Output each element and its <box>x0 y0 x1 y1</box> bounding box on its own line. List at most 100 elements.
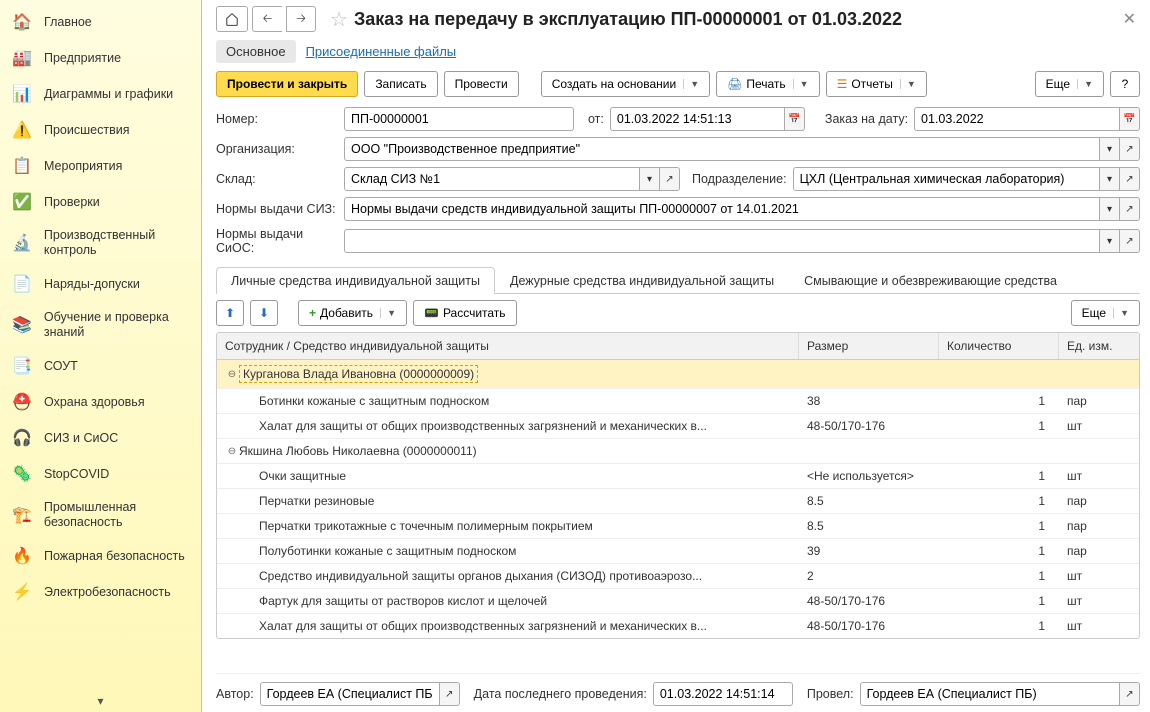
norms-siz-input[interactable] <box>344 197 1100 221</box>
order-date-label: Заказ на дату: <box>825 112 908 126</box>
sidebar-label: Пожарная безопасность <box>44 549 185 564</box>
subtab-duty[interactable]: Дежурные средства индивидуальной защиты <box>495 267 789 294</box>
subtab-personal[interactable]: Личные средства индивидуальной защиты <box>216 267 495 294</box>
group-row[interactable]: ⊖Якшина Любовь Николаевна (0000000011) <box>217 439 1139 464</box>
post-button[interactable]: Провести <box>444 71 519 97</box>
dropdown-icon[interactable]: ▾ <box>640 167 660 191</box>
post-and-close-button[interactable]: Провести и закрыть <box>216 71 358 97</box>
add-button[interactable]: +Добавить▼ <box>298 300 407 326</box>
lastpost-input[interactable] <box>653 682 793 706</box>
sidebar-item-3[interactable]: ⚠️Происшествия <box>0 112 201 148</box>
dropdown-icon[interactable]: ▾ <box>1100 197 1120 221</box>
collapse-icon[interactable]: ⊖ <box>225 369 239 380</box>
sidebar-icon: 🏭 <box>12 48 32 68</box>
item-row[interactable]: Ботинки кожаные с защитным подноском381п… <box>217 389 1139 414</box>
sidebar-item-11[interactable]: 🎧СИЗ и СиОС <box>0 420 201 456</box>
calculate-button[interactable]: 📟Рассчитать <box>413 300 517 326</box>
sidebar-item-8[interactable]: 📚Обучение и проверка знаний <box>0 302 201 348</box>
subtab-washing[interactable]: Смывающие и обезвреживающие средства <box>789 267 1072 294</box>
sidebar-label: Производственный контроль <box>44 228 191 258</box>
norms-siz-label: Нормы выдачи СИЗ: <box>216 202 338 216</box>
sidebar-item-9[interactable]: 📑СОУТ <box>0 348 201 384</box>
dropdown-icon[interactable]: ▾ <box>1100 229 1120 253</box>
division-input[interactable] <box>793 167 1100 191</box>
sidebar-item-1[interactable]: 🏭Предприятие <box>0 40 201 76</box>
sidebar-item-13[interactable]: 🏗️Промышленная безопасность <box>0 492 201 538</box>
sidebar-label: Проверки <box>44 195 100 210</box>
sidebar-item-15[interactable]: ⚡Электробезопасность <box>0 574 201 610</box>
forward-button[interactable]: 🡢 <box>286 6 316 32</box>
sidebar-icon: 🔥 <box>12 546 32 566</box>
org-input[interactable] <box>344 137 1100 161</box>
col-employee[interactable]: Сотрудник / Средство индивидуальной защи… <box>217 333 799 359</box>
sidebar-item-14[interactable]: 🔥 Пожарная безопасность <box>0 538 201 574</box>
warehouse-input[interactable] <box>344 167 640 191</box>
item-row[interactable]: Фартук для защиты от растворов кислот и … <box>217 589 1139 614</box>
author-input[interactable] <box>260 682 440 706</box>
dropdown-icon[interactable]: ▾ <box>1100 167 1120 191</box>
number-input[interactable] <box>344 107 574 131</box>
col-qty[interactable]: Количество <box>939 333 1059 359</box>
close-button[interactable]: ✕ <box>1119 9 1140 29</box>
open-icon[interactable]: ↗ <box>1120 137 1140 161</box>
collapse-icon[interactable]: ⊖ <box>225 446 239 457</box>
move-up-button[interactable]: ⬆ <box>216 300 244 326</box>
tab-main[interactable]: Основное <box>216 40 296 63</box>
item-row[interactable]: Очки защитные<Не используется>1шт <box>217 464 1139 489</box>
favorite-icon[interactable]: ☆ <box>330 7 348 32</box>
sidebar-item-6[interactable]: 🔬 Производственный контроль <box>0 220 201 266</box>
item-row[interactable]: Средство индивидуальной защиты органов д… <box>217 564 1139 589</box>
item-row[interactable]: Полуботинки кожаные с защитным подноском… <box>217 539 1139 564</box>
open-icon[interactable]: ↗ <box>660 167 680 191</box>
postedby-input[interactable] <box>860 682 1120 706</box>
save-button[interactable]: Записать <box>364 71 437 97</box>
sidebar-item-12[interactable]: 🦠StopCOVID <box>0 456 201 492</box>
order-date-input[interactable] <box>914 107 1120 131</box>
calendar-icon[interactable]: 📅 <box>1120 107 1140 131</box>
item-row[interactable]: Халат для защиты от общих производственн… <box>217 614 1139 638</box>
from-label: от: <box>588 112 604 126</box>
main-content: 🡠 🡢 ☆ Заказ на передачу в эксплуатацию П… <box>202 0 1150 712</box>
open-icon[interactable]: ↗ <box>440 682 460 706</box>
open-icon[interactable]: ↗ <box>1120 682 1140 706</box>
help-button[interactable]: ? <box>1110 71 1140 97</box>
sidebar-item-10[interactable]: ⛑️Охрана здоровья <box>0 384 201 420</box>
col-size[interactable]: Размер <box>799 333 939 359</box>
home-button[interactable] <box>216 6 248 32</box>
sidebar-icon: 🎧 <box>12 428 32 448</box>
from-date-input[interactable] <box>610 107 785 131</box>
sidebar-icon: 📄 <box>12 274 32 294</box>
move-down-button[interactable]: ⬇ <box>250 300 278 326</box>
print-button[interactable]: 🖨Печать▼ <box>716 71 819 97</box>
sidebar-collapse[interactable]: ▾ <box>0 694 201 708</box>
reports-button[interactable]: ☰Отчеты▼ <box>826 71 927 97</box>
grid-more-button[interactable]: Еще▼ <box>1071 300 1140 326</box>
sidebar-item-7[interactable]: 📄Наряды-допуски <box>0 266 201 302</box>
calendar-icon[interactable]: 📅 <box>785 107 805 131</box>
item-row[interactable]: Халат для защиты от общих производственн… <box>217 414 1139 439</box>
open-icon[interactable]: ↗ <box>1120 197 1140 221</box>
sidebar-item-2[interactable]: 📊Диаграммы и графики <box>0 76 201 112</box>
sidebar-icon: 📋 <box>12 156 32 176</box>
create-based-button[interactable]: Создать на основании▼ <box>541 71 710 97</box>
sidebar-label: Электробезопасность <box>44 585 171 600</box>
item-row[interactable]: Перчатки резиновые8.51пар <box>217 489 1139 514</box>
tab-files[interactable]: Присоединенные файлы <box>296 40 467 63</box>
group-row[interactable]: ⊖Курганова Влада Ивановна (0000000009) <box>217 360 1139 389</box>
sidebar-icon: 📊 <box>12 84 32 104</box>
sidebar-icon: 🏠 <box>12 12 32 32</box>
col-unit[interactable]: Ед. изм. <box>1059 333 1139 359</box>
sidebar-label: Главное <box>44 15 92 30</box>
sidebar-item-5[interactable]: ✅Проверки <box>0 184 201 220</box>
dropdown-icon[interactable]: ▾ <box>1100 137 1120 161</box>
sidebar-icon: 🔬 <box>12 233 32 253</box>
open-icon[interactable]: ↗ <box>1120 167 1140 191</box>
item-row[interactable]: Перчатки трикотажные с точечным полимерн… <box>217 514 1139 539</box>
norms-sios-input[interactable] <box>344 229 1100 253</box>
back-button[interactable]: 🡠 <box>252 6 282 32</box>
more-button[interactable]: Еще▼ <box>1035 71 1104 97</box>
sidebar-item-4[interactable]: 📋Мероприятия <box>0 148 201 184</box>
warehouse-label: Склад: <box>216 172 338 186</box>
open-icon[interactable]: ↗ <box>1120 229 1140 253</box>
sidebar-item-0[interactable]: 🏠 Главное <box>0 4 201 40</box>
